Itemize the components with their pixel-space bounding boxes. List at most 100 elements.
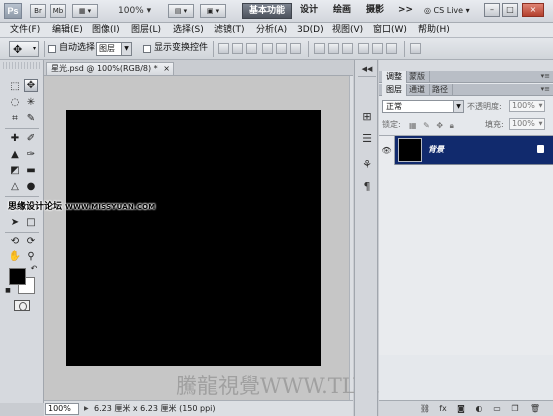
character-panel-icon[interactable]: ¶	[360, 180, 374, 194]
menu-image[interactable]: 图像(I)	[92, 24, 120, 37]
quick-mask-icon[interactable]	[14, 300, 30, 311]
zoom-field[interactable]: 100%	[45, 403, 79, 415]
menu-file[interactable]: 文件(F)	[10, 24, 40, 37]
healing-brush-tool-icon[interactable]: ✚	[8, 132, 22, 145]
distribute-hcenter-icon[interactable]	[372, 43, 383, 54]
vertical-scrollbar[interactable]	[349, 76, 353, 400]
layer-style-icon[interactable]: fx	[437, 403, 449, 414]
distribute-vcenter-icon[interactable]	[328, 43, 339, 54]
move-tool-icon[interactable]: ✥	[24, 79, 38, 92]
new-group-icon[interactable]: ▭	[491, 403, 503, 414]
blur-tool-icon[interactable]: △	[8, 180, 22, 193]
distribute-right-icon[interactable]	[386, 43, 397, 54]
panel-menu-icon[interactable]: ▾≡	[541, 85, 550, 93]
menu-3d[interactable]: 3D(D)	[297, 24, 324, 37]
show-transform-checkbox[interactable]	[143, 45, 151, 53]
close-icon[interactable]: ×	[163, 63, 170, 75]
align-vertical-center-icon[interactable]	[232, 43, 243, 54]
blend-mode-dropdown[interactable]: 正常 ▼	[382, 100, 464, 113]
arrange-documents-button[interactable]: ▤ ▾	[168, 4, 194, 18]
tool-preset-picker[interactable]: ✥ ▾	[9, 41, 39, 57]
menu-layer[interactable]: 图层(L)	[131, 24, 161, 37]
menu-help[interactable]: 帮助(H)	[418, 24, 450, 37]
marquee-tool-icon[interactable]: ⬚	[8, 80, 22, 93]
adjustment-layer-icon[interactable]: ◐	[473, 403, 485, 414]
eraser-tool-icon[interactable]: ◩	[8, 164, 22, 177]
bridge-button[interactable]: Br	[30, 4, 46, 18]
align-horizontal-center-icon[interactable]	[276, 43, 287, 54]
actions-panel-icon[interactable]: ☰	[360, 132, 374, 146]
menu-select[interactable]: 选择(S)	[173, 24, 204, 37]
history-panel-icon[interactable]: ⊞	[360, 110, 374, 124]
workspace-design[interactable]: 设计	[294, 3, 324, 19]
maximize-button[interactable]: □	[502, 3, 518, 17]
auto-align-layers-icon[interactable]	[410, 43, 421, 54]
hand-tool-icon[interactable]: ✋	[8, 250, 22, 263]
lock-icons[interactable]: ▦ ✎ ✥ 🔒︎	[409, 121, 456, 131]
workspace-painting[interactable]: 绘画	[327, 3, 357, 19]
3d-rotate-tool-icon[interactable]: ⟲	[8, 235, 22, 248]
more-workspaces-button[interactable]: >>	[392, 3, 419, 19]
align-top-icon[interactable]	[218, 43, 229, 54]
trash-icon[interactable]: 🗑︎	[529, 403, 541, 414]
clone-stamp-tool-icon[interactable]: ▲	[8, 148, 22, 161]
menu-window[interactable]: 窗口(W)	[373, 24, 407, 37]
opacity-field[interactable]: 100% ▼	[509, 100, 545, 112]
cs-live-button[interactable]: ◎ CS Live ▾	[424, 4, 470, 18]
tab-channels[interactable]: 通道	[405, 84, 430, 96]
tab-paths[interactable]: 路径	[428, 84, 453, 96]
toolbox-grip[interactable]	[3, 62, 41, 69]
eye-icon[interactable]: 👁︎	[379, 136, 395, 165]
3d-orbit-tool-icon[interactable]: ⟳	[24, 235, 38, 248]
minimize-button[interactable]: –	[484, 3, 500, 17]
history-brush-tool-icon[interactable]: ✑	[24, 148, 38, 161]
auto-select-checkbox[interactable]	[48, 45, 56, 53]
distribute-top-icon[interactable]	[314, 43, 325, 54]
swap-colors-icon[interactable]: ↶	[29, 264, 39, 274]
document-tab[interactable]: 星光.psd @ 100%(RGB/8) * ×	[46, 62, 174, 75]
distribute-bottom-icon[interactable]	[342, 43, 353, 54]
brush-tool-icon[interactable]: ✐	[24, 132, 38, 145]
workspace-photography[interactable]: 摄影	[360, 3, 390, 19]
lasso-tool-icon[interactable]: ◌	[8, 96, 22, 109]
tab-adjustments[interactable]: 调整	[382, 71, 407, 83]
close-button[interactable]: ×	[522, 3, 544, 17]
gradient-tool-icon[interactable]: ▬	[24, 164, 38, 177]
align-right-icon[interactable]	[290, 43, 301, 54]
shape-tool-icon[interactable]: □	[24, 216, 38, 229]
clone-source-panel-icon[interactable]: ⚘	[360, 158, 374, 172]
default-colors-icon[interactable]: ■	[4, 287, 12, 295]
collapse-dock-icon[interactable]: ◀◀	[360, 62, 374, 76]
foreground-color-swatch[interactable]	[9, 268, 26, 285]
tab-masks[interactable]: 蒙版	[405, 71, 430, 83]
link-layers-icon[interactable]: ⛓	[419, 403, 431, 414]
zoom-level[interactable]: 100% ▾	[118, 4, 162, 18]
menu-filter[interactable]: 滤镜(T)	[214, 24, 245, 37]
dodge-tool-icon[interactable]: ●	[24, 180, 38, 193]
workspace-essentials[interactable]: 基本功能	[242, 3, 293, 19]
quick-selection-tool-icon[interactable]: ✳	[24, 96, 38, 109]
tab-layers[interactable]: 图层	[382, 84, 407, 96]
document-canvas[interactable]	[66, 110, 321, 366]
menu-analysis[interactable]: 分析(A)	[256, 24, 287, 37]
view-extras-button[interactable]: ▦ ▾	[72, 4, 98, 18]
align-left-icon[interactable]	[262, 43, 273, 54]
mini-bridge-button[interactable]: Mb	[50, 4, 66, 18]
distribute-left-icon[interactable]	[358, 43, 369, 54]
align-bottom-icon[interactable]	[246, 43, 257, 54]
status-menu-icon[interactable]: ▶	[84, 405, 89, 412]
layers-tabs: 图层 通道 路径 ▾≡	[379, 84, 553, 96]
auto-select-dropdown[interactable]: 图层 ▼	[96, 42, 132, 56]
add-mask-icon[interactable]: ◙	[455, 403, 467, 414]
panel-menu-icon[interactable]: ▾≡	[541, 72, 550, 80]
new-layer-icon[interactable]: ❐	[509, 403, 521, 414]
crop-tool-icon[interactable]: ⌗	[8, 112, 22, 125]
zoom-tool-icon[interactable]: ⚲	[24, 250, 38, 263]
fill-field[interactable]: 100% ▼	[509, 118, 545, 130]
layer-row[interactable]: 👁︎ 背景	[379, 136, 553, 165]
menu-view[interactable]: 视图(V)	[332, 24, 363, 37]
eyedropper-tool-icon[interactable]: ✎	[24, 112, 38, 125]
path-selection-tool-icon[interactable]: ➤	[8, 216, 22, 229]
menu-edit[interactable]: 编辑(E)	[52, 24, 83, 37]
screen-mode-button[interactable]: ▣ ▾	[200, 4, 226, 18]
